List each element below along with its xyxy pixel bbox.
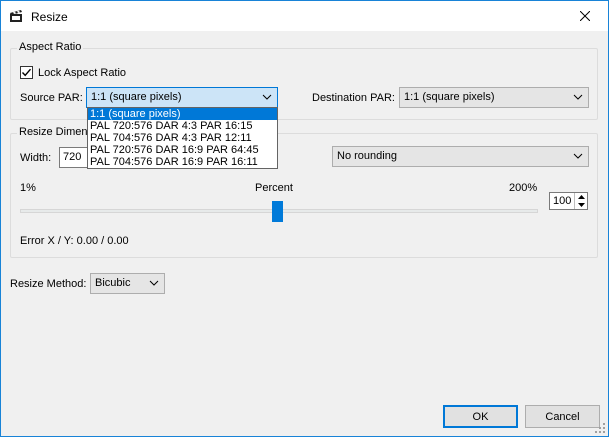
source-par-value: 1:1 (square pixels): [91, 91, 182, 103]
lock-aspect-ratio-label[interactable]: Lock Aspect Ratio: [38, 67, 126, 79]
chevron-down-icon: [577, 203, 585, 207]
resize-method-select[interactable]: Bicubic: [90, 273, 165, 294]
title-bar: Resize: [1, 1, 608, 31]
source-par-option[interactable]: PAL 704:576 DAR 4:3 PAR 12:11: [88, 132, 277, 144]
slider-min-label: 1%: [20, 182, 36, 194]
chevron-down-icon: [573, 94, 583, 100]
source-par-select[interactable]: 1:1 (square pixels): [86, 87, 278, 108]
chevron-down-icon: [262, 94, 272, 100]
resize-method-label: Resize Method:: [10, 278, 87, 290]
resize-dimensions-legend: Resize Dimens: [17, 126, 95, 138]
window-title: Resize: [31, 10, 68, 24]
rounding-select[interactable]: No rounding: [332, 146, 589, 167]
cancel-button[interactable]: Cancel: [525, 405, 600, 428]
spin-up-button[interactable]: [575, 193, 587, 201]
width-value: 720: [63, 151, 82, 163]
rounding-value: No rounding: [337, 150, 397, 162]
percent-value: 100: [553, 195, 572, 207]
resize-grip-icon[interactable]: [594, 422, 606, 434]
resize-method-value: Bicubic: [95, 277, 131, 289]
clapperboard-icon: [10, 10, 22, 22]
aspect-ratio-legend: Aspect Ratio: [17, 41, 84, 53]
width-label: Width:: [20, 152, 52, 164]
lock-aspect-ratio-checkbox[interactable]: [20, 66, 33, 79]
source-par-option[interactable]: 1:1 (square pixels): [88, 108, 277, 120]
cancel-button-label: Cancel: [545, 410, 580, 423]
destination-par-label: Destination PAR:: [312, 92, 395, 104]
spin-buttons: [574, 193, 587, 209]
resize-dialog: Resize Aspect Ratio Lock Aspect Ratio So…: [0, 0, 609, 437]
close-button[interactable]: [562, 1, 608, 31]
spin-down-button[interactable]: [575, 201, 587, 209]
chevron-down-icon: [149, 280, 159, 286]
ok-button-label: OK: [472, 410, 489, 423]
chevron-up-icon: [577, 195, 585, 199]
source-par-dropdown-list: 1:1 (square pixels) PAL 720:576 DAR 4:3 P…: [87, 107, 278, 169]
source-par-option[interactable]: PAL 704:576 DAR 16:9 PAR 16:11: [88, 156, 277, 168]
destination-par-select[interactable]: 1:1 (square pixels): [399, 87, 589, 108]
checkmark-icon: [21, 68, 32, 77]
ok-button[interactable]: OK: [443, 405, 518, 428]
percent-slider-thumb[interactable]: [272, 201, 283, 222]
chevron-down-icon: [573, 153, 583, 159]
source-par-label: Source PAR:: [20, 92, 83, 104]
slider-mid-label: Percent: [255, 182, 293, 194]
percent-spinbox[interactable]: 100: [549, 192, 588, 210]
close-icon: [580, 11, 590, 21]
source-par-option[interactable]: PAL 720:576 DAR 16:9 PAR 64:45: [88, 144, 277, 156]
source-par-option[interactable]: PAL 720:576 DAR 4:3 PAR 16:15: [88, 120, 277, 132]
error-readout: Error X / Y: 0.00 / 0.00: [20, 235, 129, 247]
destination-par-value: 1:1 (square pixels): [404, 91, 495, 103]
slider-max-label: 200%: [509, 182, 538, 194]
